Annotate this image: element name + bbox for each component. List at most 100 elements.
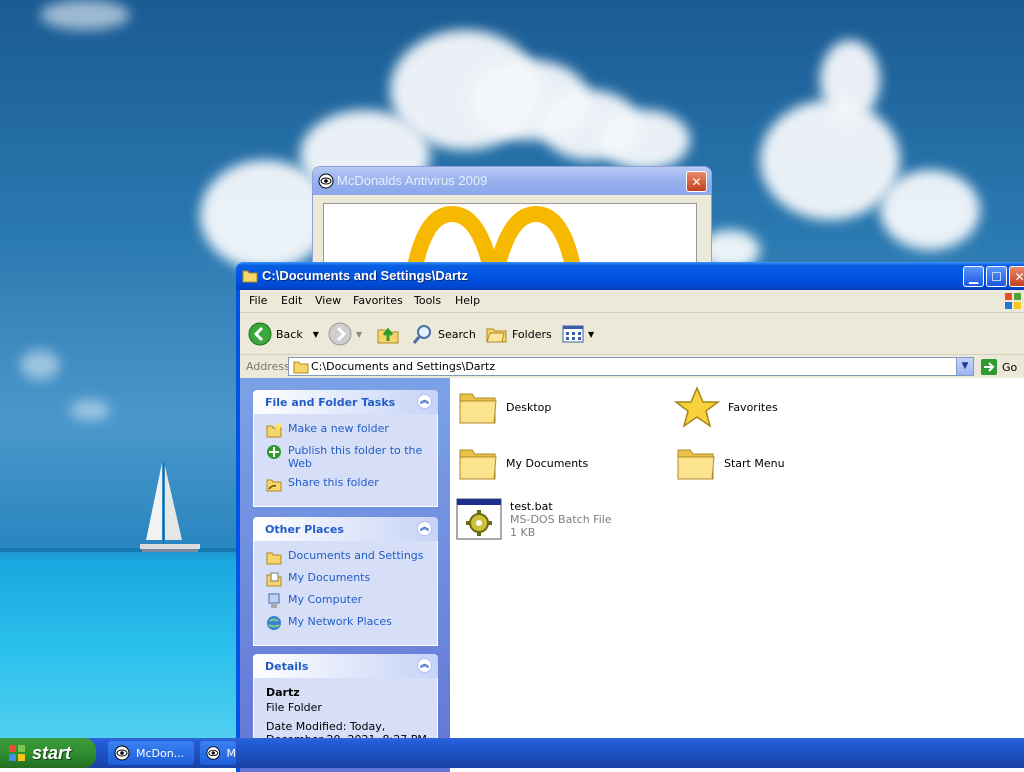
antivirus-close-button[interactable]: ✕ — [686, 171, 707, 192]
taskbar-task-label: M — [226, 746, 237, 760]
folder-icon — [459, 393, 497, 424]
address-input[interactable]: C:\Documents and Settings\Dartz ▼ — [288, 357, 974, 376]
back-arrow-icon — [248, 322, 272, 346]
my-computer-label: My Computer — [288, 593, 363, 606]
start-button[interactable]: start — [0, 738, 96, 768]
back-dropdown-icon[interactable]: ▼ — [313, 330, 319, 339]
go-button[interactable]: Go — [980, 358, 1017, 376]
search-button[interactable]: Search — [412, 321, 476, 347]
antivirus-titlebar[interactable]: McDonalds Antivirus 2009 ✕ — [313, 167, 711, 195]
test-bat-size: 1 KB — [510, 526, 536, 539]
my-network-places-label: My Network Places — [288, 615, 392, 628]
views-icon — [562, 325, 584, 343]
folders-label: Folders — [512, 327, 552, 341]
address-bar: Address C:\Documents and Settings\Dartz … — [240, 355, 1024, 378]
details-header[interactable]: Details ︽ — [253, 654, 438, 678]
taskbar-second-task[interactable]: M — [200, 741, 236, 765]
explorer-body: File Edit View Favorites Tools Help Back — [240, 290, 1024, 772]
explorer-title: C:\Documents and Settings\Dartz — [262, 268, 468, 283]
collapse-chevron-icon[interactable]: ︽ — [417, 521, 432, 536]
forward-arrow-icon — [328, 322, 352, 346]
other-places-header[interactable]: Other Places ︽ — [253, 517, 438, 541]
eye-icon — [206, 746, 221, 760]
back-button[interactable]: Back ▼ — [248, 321, 319, 347]
folder-icon — [266, 552, 282, 565]
search-icon — [412, 325, 431, 344]
menu-bar: File Edit View Favorites Tools Help — [240, 290, 1024, 313]
up-folder-icon — [377, 327, 399, 344]
my-documents-folder-label: My Documents — [506, 456, 589, 470]
test-bat-type: MS-DOS Batch File — [510, 513, 612, 526]
folder-icon — [459, 449, 497, 480]
my-documents-icon — [266, 572, 282, 587]
forward-button[interactable]: ▼ — [328, 321, 362, 347]
shared-folder-icon — [266, 479, 282, 492]
up-folder-button[interactable] — [376, 321, 400, 347]
go-arrow-icon — [981, 359, 997, 375]
file-view: Desktop Favorites My Documents Start Men… — [450, 378, 1024, 772]
file-folder-tasks-title: File and Folder Tasks — [265, 396, 396, 409]
desktop-folder-label: Desktop — [506, 400, 552, 414]
share-folder-link[interactable]: Share this folder — [266, 476, 427, 492]
folders-button[interactable]: Folders — [486, 321, 552, 347]
taskbar: start McDon... M — [0, 738, 1024, 768]
network-globe-icon — [267, 616, 281, 630]
publish-folder-link[interactable]: Publish this folder to the Web — [266, 444, 427, 470]
documents-and-settings-link[interactable]: Documents and Settings — [266, 549, 427, 565]
publish-folder-label: Publish this folder to the Web — [288, 444, 423, 470]
favorites-item[interactable]: Favorites — [674, 386, 778, 428]
my-documents-link[interactable]: My Documents — [266, 571, 427, 587]
explorer-window[interactable]: C:\Documents and Settings\Dartz ▁ ☐ ✕ Fi… — [236, 262, 1024, 772]
favorites-label: Favorites — [728, 400, 778, 414]
file-folder-tasks-header[interactable]: File and Folder Tasks ︽ — [253, 390, 438, 414]
close-button[interactable]: ✕ — [1009, 266, 1024, 287]
computer-icon — [268, 593, 280, 608]
menu-edit[interactable]: Edit — [281, 294, 302, 307]
star-icon — [674, 386, 720, 428]
my-documents-label: My Documents — [288, 571, 371, 584]
details-modified-label: Date Modified: Today, — [266, 720, 386, 733]
sailboat-image — [140, 462, 200, 552]
menu-favorites[interactable]: Favorites — [353, 294, 403, 307]
batch-file-gear-icon — [456, 498, 502, 540]
start-menu-folder-item[interactable]: Start Menu — [676, 444, 785, 482]
views-button[interactable]: ▼ — [562, 321, 594, 347]
folder-icon — [677, 449, 715, 480]
forward-dropdown-icon[interactable]: ▼ — [356, 330, 362, 339]
details-title: Details — [265, 660, 309, 673]
share-folder-label: Share this folder — [288, 476, 379, 489]
start-menu-folder-label: Start Menu — [724, 456, 785, 470]
my-computer-link[interactable]: My Computer — [266, 593, 427, 609]
details-type: File Folder — [266, 701, 322, 714]
menu-help[interactable]: Help — [455, 294, 480, 307]
address-dropdown-button[interactable]: ▼ — [956, 358, 973, 375]
make-new-folder-label: Make a new folder — [288, 422, 389, 435]
address-label: Address — [246, 360, 290, 373]
other-places-title: Other Places — [265, 523, 344, 536]
my-documents-folder-item[interactable]: My Documents — [458, 444, 588, 482]
desktop-folder-item[interactable]: Desktop — [458, 388, 551, 426]
explorer-titlebar[interactable]: C:\Documents and Settings\Dartz ▁ ☐ ✕ — [236, 262, 1024, 290]
search-label: Search — [438, 327, 476, 341]
maximize-button[interactable]: ☐ — [986, 266, 1007, 287]
collapse-chevron-icon[interactable]: ︽ — [417, 394, 432, 409]
go-label: Go — [1002, 360, 1018, 374]
folders-icon — [486, 328, 507, 343]
menu-view[interactable]: View — [315, 294, 341, 307]
taskbar-task-label: McDon... — [136, 746, 185, 760]
test-bat-file-item[interactable]: test.bat MS-DOS Batch File 1 KB — [456, 498, 612, 540]
test-bat-name: test.bat — [510, 500, 553, 513]
taskbar-antivirus-task[interactable]: McDon... — [108, 741, 194, 765]
documents-and-settings-label: Documents and Settings — [288, 549, 424, 562]
menu-file[interactable]: File — [249, 294, 267, 307]
menu-tools[interactable]: Tools — [414, 294, 441, 307]
minimize-button[interactable]: ▁ — [963, 266, 984, 287]
views-dropdown-icon: ▼ — [588, 329, 595, 339]
globe-icon — [267, 445, 281, 459]
my-network-places-link[interactable]: My Network Places — [266, 615, 427, 631]
make-new-folder-link[interactable]: Make a new folder — [266, 422, 427, 438]
task-pane: File and Folder Tasks ︽ Make a new folde… — [240, 378, 450, 772]
collapse-chevron-icon[interactable]: ︽ — [417, 658, 432, 673]
start-label: start — [32, 742, 72, 763]
file-folder-tasks-panel: File and Folder Tasks ︽ Make a new folde… — [253, 390, 438, 507]
